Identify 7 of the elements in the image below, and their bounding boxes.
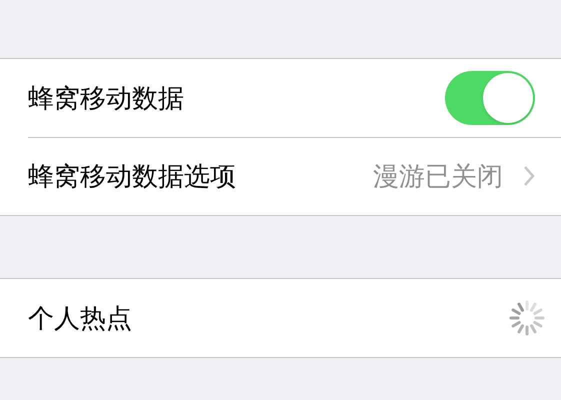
row-value: 漫游已关闭 [373,160,503,192]
toggle-switch[interactable] [445,71,535,125]
row-label: 蜂窝移动数据 [28,82,185,114]
chevron-icon [523,165,535,187]
row-label: 蜂窝移动数据选项 [28,160,237,192]
row-label: 个人热点 [28,302,133,334]
spinner-icon [509,300,545,336]
